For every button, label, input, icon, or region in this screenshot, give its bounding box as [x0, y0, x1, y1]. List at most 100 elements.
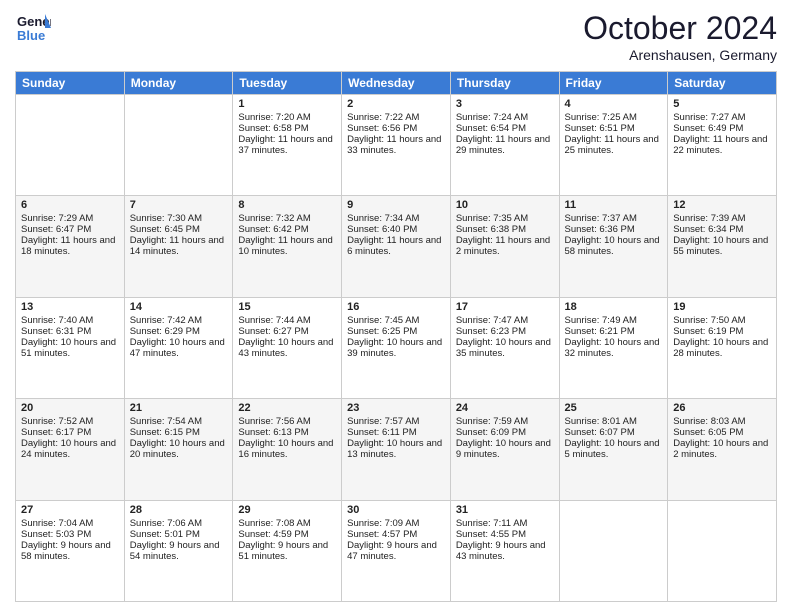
sunrise-text: Sunrise: 8:01 AM — [565, 416, 637, 427]
sunset-text: Sunset: 6:07 PM — [565, 427, 635, 438]
day-number: 3 — [456, 98, 554, 110]
sunrise-text: Sunrise: 7:06 AM — [130, 518, 202, 529]
sunset-text: Sunset: 6:13 PM — [238, 427, 308, 438]
calendar-cell: 12Sunrise: 7:39 AMSunset: 6:34 PMDayligh… — [668, 196, 777, 297]
sunset-text: Sunset: 6:21 PM — [565, 326, 635, 337]
calendar-cell: 24Sunrise: 7:59 AMSunset: 6:09 PMDayligh… — [450, 399, 559, 500]
sunrise-text: Sunrise: 7:09 AM — [347, 518, 419, 529]
calendar-cell: 25Sunrise: 8:01 AMSunset: 6:07 PMDayligh… — [559, 399, 668, 500]
header: General Blue October 2024 Arenshausen, G… — [15, 10, 777, 63]
daylight-text: Daylight: 9 hours and 51 minutes. — [238, 540, 328, 562]
daylight-text: Daylight: 10 hours and 24 minutes. — [21, 438, 116, 460]
sunrise-text: Sunrise: 7:44 AM — [238, 315, 310, 326]
sunset-text: Sunset: 4:57 PM — [347, 529, 417, 540]
sunset-text: Sunset: 4:55 PM — [456, 529, 526, 540]
sunrise-text: Sunrise: 7:34 AM — [347, 213, 419, 224]
sunset-text: Sunset: 6:51 PM — [565, 123, 635, 134]
sunrise-text: Sunrise: 7:37 AM — [565, 213, 637, 224]
daylight-text: Daylight: 11 hours and 33 minutes. — [347, 134, 441, 156]
daylight-text: Daylight: 11 hours and 22 minutes. — [673, 134, 767, 156]
daylight-text: Daylight: 11 hours and 37 minutes. — [238, 134, 332, 156]
calendar-cell: 19Sunrise: 7:50 AMSunset: 6:19 PMDayligh… — [668, 297, 777, 398]
sunrise-text: Sunrise: 7:56 AM — [238, 416, 310, 427]
calendar-cell: 21Sunrise: 7:54 AMSunset: 6:15 PMDayligh… — [124, 399, 233, 500]
sunrise-text: Sunrise: 7:50 AM — [673, 315, 745, 326]
sunset-text: Sunset: 6:36 PM — [565, 224, 635, 235]
sunrise-text: Sunrise: 7:29 AM — [21, 213, 93, 224]
sunrise-text: Sunrise: 8:03 AM — [673, 416, 745, 427]
day-number: 24 — [456, 402, 554, 414]
calendar-cell: 3Sunrise: 7:24 AMSunset: 6:54 PMDaylight… — [450, 95, 559, 196]
sunset-text: Sunset: 6:23 PM — [456, 326, 526, 337]
daylight-text: Daylight: 11 hours and 25 minutes. — [565, 134, 659, 156]
daylight-text: Daylight: 9 hours and 54 minutes. — [130, 540, 220, 562]
daylight-text: Daylight: 11 hours and 6 minutes. — [347, 235, 441, 257]
calendar-cell — [559, 500, 668, 601]
title-block: October 2024 Arenshausen, Germany — [583, 10, 777, 63]
day-number: 23 — [347, 402, 445, 414]
day-number: 31 — [456, 504, 554, 516]
sunrise-text: Sunrise: 7:27 AM — [673, 112, 745, 123]
sunset-text: Sunset: 6:49 PM — [673, 123, 743, 134]
day-number: 10 — [456, 199, 554, 211]
sunset-text: Sunset: 5:01 PM — [130, 529, 200, 540]
calendar-cell: 4Sunrise: 7:25 AMSunset: 6:51 PMDaylight… — [559, 95, 668, 196]
sunrise-text: Sunrise: 7:49 AM — [565, 315, 637, 326]
sunset-text: Sunset: 6:47 PM — [21, 224, 91, 235]
calendar-cell: 14Sunrise: 7:42 AMSunset: 6:29 PMDayligh… — [124, 297, 233, 398]
sunset-text: Sunset: 6:15 PM — [130, 427, 200, 438]
page: General Blue October 2024 Arenshausen, G… — [0, 0, 792, 612]
calendar-cell: 29Sunrise: 7:08 AMSunset: 4:59 PMDayligh… — [233, 500, 342, 601]
calendar-week-row: 27Sunrise: 7:04 AMSunset: 5:03 PMDayligh… — [16, 500, 777, 601]
calendar-cell — [668, 500, 777, 601]
daylight-text: Daylight: 10 hours and 16 minutes. — [238, 438, 333, 460]
header-wednesday: Wednesday — [342, 72, 451, 95]
calendar-week-row: 6Sunrise: 7:29 AMSunset: 6:47 PMDaylight… — [16, 196, 777, 297]
day-number: 1 — [238, 98, 336, 110]
calendar-cell: 15Sunrise: 7:44 AMSunset: 6:27 PMDayligh… — [233, 297, 342, 398]
daylight-text: Daylight: 11 hours and 18 minutes. — [21, 235, 115, 257]
sunset-text: Sunset: 6:25 PM — [347, 326, 417, 337]
calendar-cell: 17Sunrise: 7:47 AMSunset: 6:23 PMDayligh… — [450, 297, 559, 398]
daylight-text: Daylight: 10 hours and 55 minutes. — [673, 235, 768, 257]
daylight-text: Daylight: 10 hours and 35 minutes. — [456, 337, 551, 359]
day-number: 25 — [565, 402, 663, 414]
daylight-text: Daylight: 10 hours and 13 minutes. — [347, 438, 442, 460]
daylight-text: Daylight: 9 hours and 47 minutes. — [347, 540, 437, 562]
daylight-text: Daylight: 9 hours and 43 minutes. — [456, 540, 546, 562]
calendar-cell: 16Sunrise: 7:45 AMSunset: 6:25 PMDayligh… — [342, 297, 451, 398]
daylight-text: Daylight: 11 hours and 10 minutes. — [238, 235, 332, 257]
sunset-text: Sunset: 5:03 PM — [21, 529, 91, 540]
calendar-cell: 5Sunrise: 7:27 AMSunset: 6:49 PMDaylight… — [668, 95, 777, 196]
sunset-text: Sunset: 6:34 PM — [673, 224, 743, 235]
calendar-cell: 30Sunrise: 7:09 AMSunset: 4:57 PMDayligh… — [342, 500, 451, 601]
sunset-text: Sunset: 6:40 PM — [347, 224, 417, 235]
sunset-text: Sunset: 6:09 PM — [456, 427, 526, 438]
weekday-header-row: Sunday Monday Tuesday Wednesday Thursday… — [16, 72, 777, 95]
day-number: 8 — [238, 199, 336, 211]
sunrise-text: Sunrise: 7:20 AM — [238, 112, 310, 123]
daylight-text: Daylight: 11 hours and 14 minutes. — [130, 235, 224, 257]
daylight-text: Daylight: 9 hours and 58 minutes. — [21, 540, 111, 562]
daylight-text: Daylight: 10 hours and 32 minutes. — [565, 337, 660, 359]
day-number: 28 — [130, 504, 228, 516]
day-number: 21 — [130, 402, 228, 414]
header-saturday: Saturday — [668, 72, 777, 95]
calendar-week-row: 1Sunrise: 7:20 AMSunset: 6:58 PMDaylight… — [16, 95, 777, 196]
sunrise-text: Sunrise: 7:59 AM — [456, 416, 528, 427]
day-number: 26 — [673, 402, 771, 414]
sunrise-text: Sunrise: 7:57 AM — [347, 416, 419, 427]
calendar-title: October 2024 — [583, 10, 777, 47]
sunset-text: Sunset: 6:27 PM — [238, 326, 308, 337]
day-number: 7 — [130, 199, 228, 211]
sunset-text: Sunset: 6:38 PM — [456, 224, 526, 235]
svg-text:Blue: Blue — [17, 28, 45, 43]
day-number: 4 — [565, 98, 663, 110]
day-number: 6 — [21, 199, 119, 211]
calendar-cell: 9Sunrise: 7:34 AMSunset: 6:40 PMDaylight… — [342, 196, 451, 297]
sunrise-text: Sunrise: 7:39 AM — [673, 213, 745, 224]
calendar-cell: 1Sunrise: 7:20 AMSunset: 6:58 PMDaylight… — [233, 95, 342, 196]
sunrise-text: Sunrise: 7:54 AM — [130, 416, 202, 427]
sunrise-text: Sunrise: 7:22 AM — [347, 112, 419, 123]
calendar-week-row: 20Sunrise: 7:52 AMSunset: 6:17 PMDayligh… — [16, 399, 777, 500]
